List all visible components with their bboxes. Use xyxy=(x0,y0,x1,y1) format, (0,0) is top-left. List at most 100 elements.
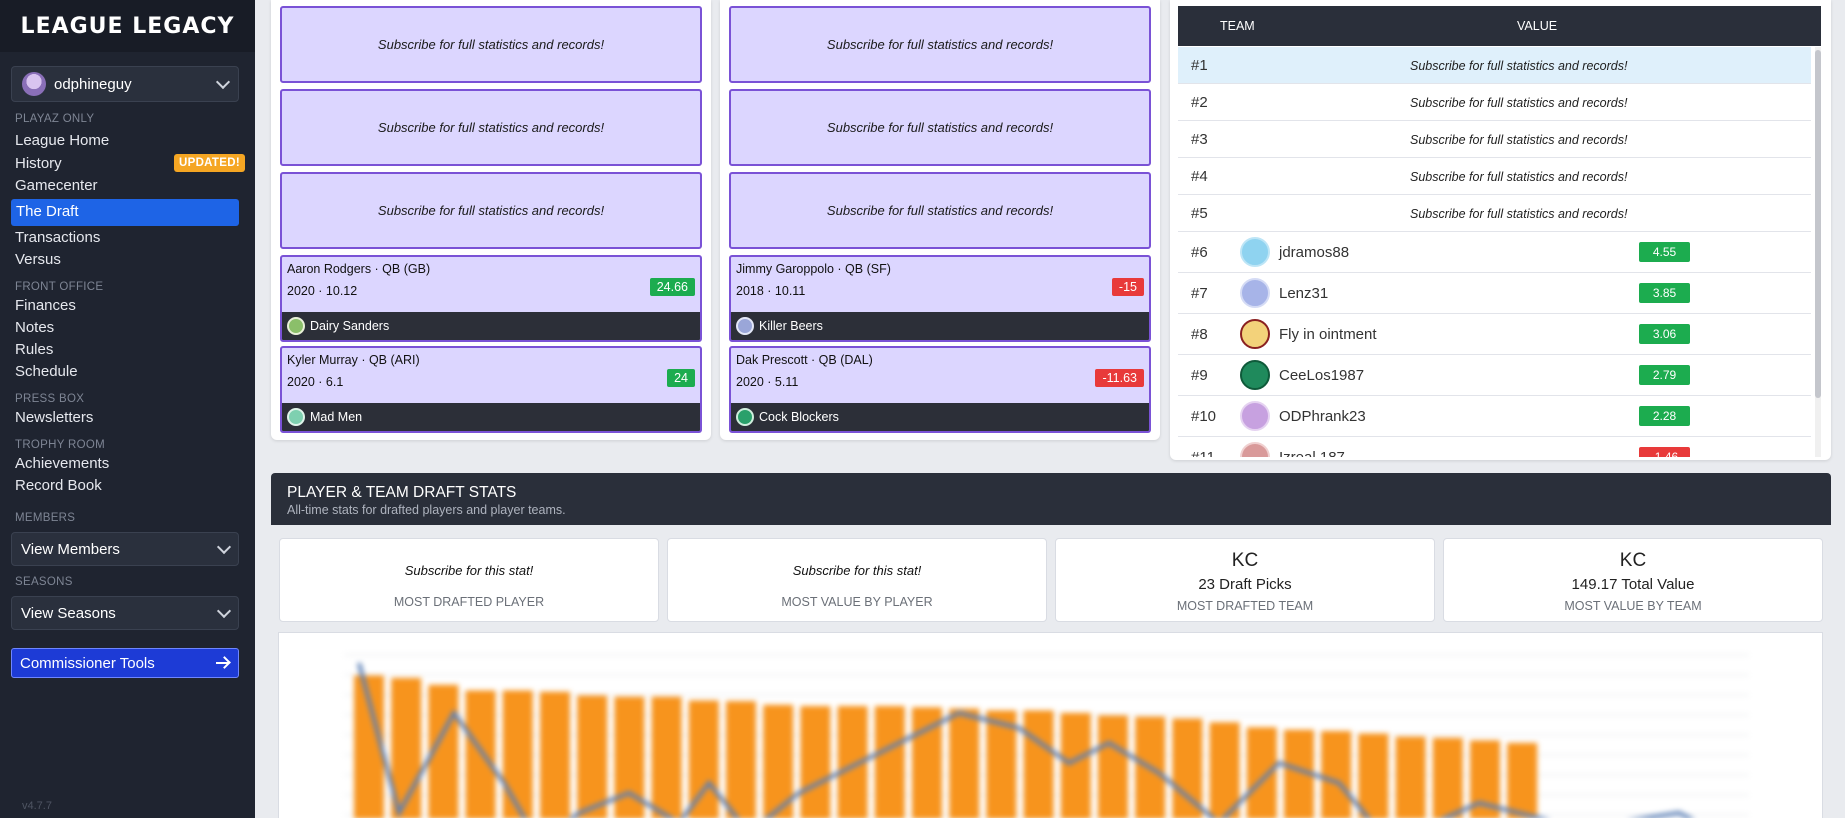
player-value-badge: 24 xyxy=(667,369,695,387)
chart-bar xyxy=(1395,736,1426,818)
value-badge: 3.85 xyxy=(1639,283,1690,303)
stat-team: KC xyxy=(1619,550,1647,571)
logo-text: League Legacy xyxy=(20,13,235,39)
draft-stats-chart xyxy=(278,632,1823,818)
subscribe-card[interactable]: Subscribe for full statistics and record… xyxy=(280,172,702,249)
stat-label: MOST VALUE BY TEAM xyxy=(1564,599,1702,613)
team-name[interactable]: Izreal 187 xyxy=(1279,449,1345,457)
nav-achievements[interactable]: Achievements xyxy=(15,455,109,472)
table-row[interactable]: #7 Lenz31 3.85 xyxy=(1178,273,1811,314)
column-header-value[interactable]: VALUE xyxy=(1517,19,1557,33)
player-card[interactable]: Jimmy Garoppolo · QB (SF) 2018 · 10.11 -… xyxy=(729,255,1151,342)
commissioner-tools-label: Commissioner Tools xyxy=(20,654,155,672)
subscribe-text: Subscribe for full statistics and record… xyxy=(377,37,605,52)
value-badge: 4.55 xyxy=(1639,242,1690,262)
team-avatar-icon xyxy=(1240,237,1270,267)
row-rank: #10 xyxy=(1191,408,1217,425)
chart-bar xyxy=(688,700,719,818)
value-badge: -1.46 xyxy=(1639,447,1690,457)
table-row[interactable]: #1 Subscribe for full statistics and rec… xyxy=(1178,47,1811,84)
draft-stats-header: PLAYER & TEAM DRAFT STATS All-time stats… xyxy=(271,473,1831,525)
chart-bar xyxy=(874,706,905,818)
team-name[interactable]: jdramos88 xyxy=(1279,244,1349,261)
chart-bar xyxy=(1321,731,1352,818)
chart-bar xyxy=(540,691,570,818)
section-label-members: MEMBERS xyxy=(15,512,76,524)
row-rank: #9 xyxy=(1191,367,1208,384)
subscribe-text[interactable]: Subscribe for this stat! xyxy=(280,563,658,578)
player-card[interactable]: Kyler Murray · QB (ARI) 2020 · 6.1 24 Ma… xyxy=(280,346,702,433)
team-avatar-icon xyxy=(287,408,305,426)
section-label-seasons: SEASONS xyxy=(15,576,73,588)
nav-history[interactable]: History xyxy=(15,155,62,172)
team-name[interactable]: CeeLos1987 xyxy=(1279,367,1364,384)
members-select[interactable]: View Members xyxy=(11,532,239,566)
table-row[interactable]: #8 Fly in ointment 3.06 xyxy=(1178,314,1811,355)
value-badge: 2.79 xyxy=(1639,365,1690,385)
table-row[interactable]: #10 ODPhrank23 2.28 xyxy=(1178,396,1811,437)
subscribe-card[interactable]: Subscribe for full statistics and record… xyxy=(729,6,1151,83)
team-name: Mad Men xyxy=(310,410,363,424)
section-label-press-box: PRESS BOX xyxy=(15,393,85,405)
seasons-select-label: View Seasons xyxy=(21,604,116,622)
player-name: Aaron Rodgers · QB (GB) xyxy=(287,262,431,276)
members-select-label: View Members xyxy=(21,540,120,558)
nav-record-book[interactable]: Record Book xyxy=(15,477,102,494)
player-value-badge: -11.63 xyxy=(1095,369,1144,387)
table-row[interactable]: #11 Izreal 187 -1.46 xyxy=(1178,437,1811,457)
sidebar: League Legacy odphineguy PLAYAZ ONLY Lea… xyxy=(0,0,255,818)
stat-label: MOST DRAFTED PLAYER xyxy=(393,595,545,609)
chart-bar xyxy=(1432,737,1463,818)
column-header-team[interactable]: TEAM xyxy=(1220,19,1255,33)
nav-gamecenter[interactable]: Gamecenter xyxy=(15,177,98,194)
nav-versus[interactable]: Versus xyxy=(15,251,61,268)
seasons-select[interactable]: View Seasons xyxy=(11,596,239,630)
subscribe-text: Subscribe for full statistics and record… xyxy=(826,37,1054,52)
nav-newsletters[interactable]: Newsletters xyxy=(15,409,93,426)
table-row[interactable]: #4 Subscribe for full statistics and rec… xyxy=(1178,158,1811,195)
subscribe-card[interactable]: Subscribe for full statistics and record… xyxy=(280,89,702,166)
team-avatar-icon xyxy=(736,317,754,335)
updated-badge: UPDATED! xyxy=(174,154,245,172)
chart-bar xyxy=(1098,715,1128,818)
logo[interactable]: League Legacy xyxy=(0,0,255,52)
subscribe-text[interactable]: Subscribe for this stat! xyxy=(668,563,1046,578)
player-draft-meta: 2018 · 10.11 xyxy=(736,284,806,298)
player-team-bar: Cock Blockers xyxy=(731,403,1149,431)
chevron-down-icon xyxy=(216,603,232,619)
subscribe-card[interactable]: Subscribe for full statistics and record… xyxy=(280,6,702,83)
nav-finances[interactable]: Finances xyxy=(15,297,76,314)
team-name[interactable]: Fly in ointment xyxy=(1279,326,1377,343)
team-name[interactable]: ODPhrank23 xyxy=(1279,408,1366,425)
team-name: Killer Beers xyxy=(759,319,823,333)
commissioner-tools-button[interactable]: Commissioner Tools xyxy=(11,648,239,678)
chart-bar xyxy=(1246,727,1277,818)
team-avatar-icon xyxy=(287,317,305,335)
subscribe-text: Subscribe for full statistics and record… xyxy=(826,203,1054,218)
subscribe-card[interactable]: Subscribe for full statistics and record… xyxy=(729,172,1151,249)
table-row[interactable]: #5 Subscribe for full statistics and rec… xyxy=(1178,195,1811,232)
table-row[interactable]: #6 jdramos88 4.55 xyxy=(1178,232,1811,273)
nav-notes[interactable]: Notes xyxy=(15,319,54,336)
section-label-trophy-room: TROPHY ROOM xyxy=(15,439,105,451)
table-row[interactable]: #3 Subscribe for full statistics and rec… xyxy=(1178,121,1811,158)
team-name[interactable]: Lenz31 xyxy=(1279,285,1328,302)
nav-rules[interactable]: Rules xyxy=(15,341,53,358)
subscribe-text: Subscribe for full statistics and record… xyxy=(826,120,1054,135)
team-name: Dairy Sanders xyxy=(310,319,390,333)
user-select[interactable]: odphineguy xyxy=(11,66,239,102)
nav-transactions[interactable]: Transactions xyxy=(15,229,100,246)
player-team-bar: Killer Beers xyxy=(731,312,1149,340)
nav-league-home[interactable]: League Home xyxy=(15,132,109,149)
subscribe-text: Subscribe for full statistics and record… xyxy=(1410,96,1628,110)
nav-the-draft[interactable]: The Draft xyxy=(11,199,239,226)
player-card[interactable]: Dak Prescott · QB (DAL) 2020 · 5.11 -11.… xyxy=(729,346,1151,433)
nav-schedule[interactable]: Schedule xyxy=(15,363,78,380)
scrollbar-thumb[interactable] xyxy=(1815,50,1821,398)
table-row[interactable]: #9 CeeLos1987 2.79 xyxy=(1178,355,1811,396)
player-value-badge: -15 xyxy=(1111,278,1144,296)
player-card[interactable]: Aaron Rodgers · QB (GB) 2020 · 10.12 24.… xyxy=(280,255,702,342)
chart-bar xyxy=(1209,722,1240,818)
table-row[interactable]: #2 Subscribe for full statistics and rec… xyxy=(1178,84,1811,121)
subscribe-card[interactable]: Subscribe for full statistics and record… xyxy=(729,89,1151,166)
